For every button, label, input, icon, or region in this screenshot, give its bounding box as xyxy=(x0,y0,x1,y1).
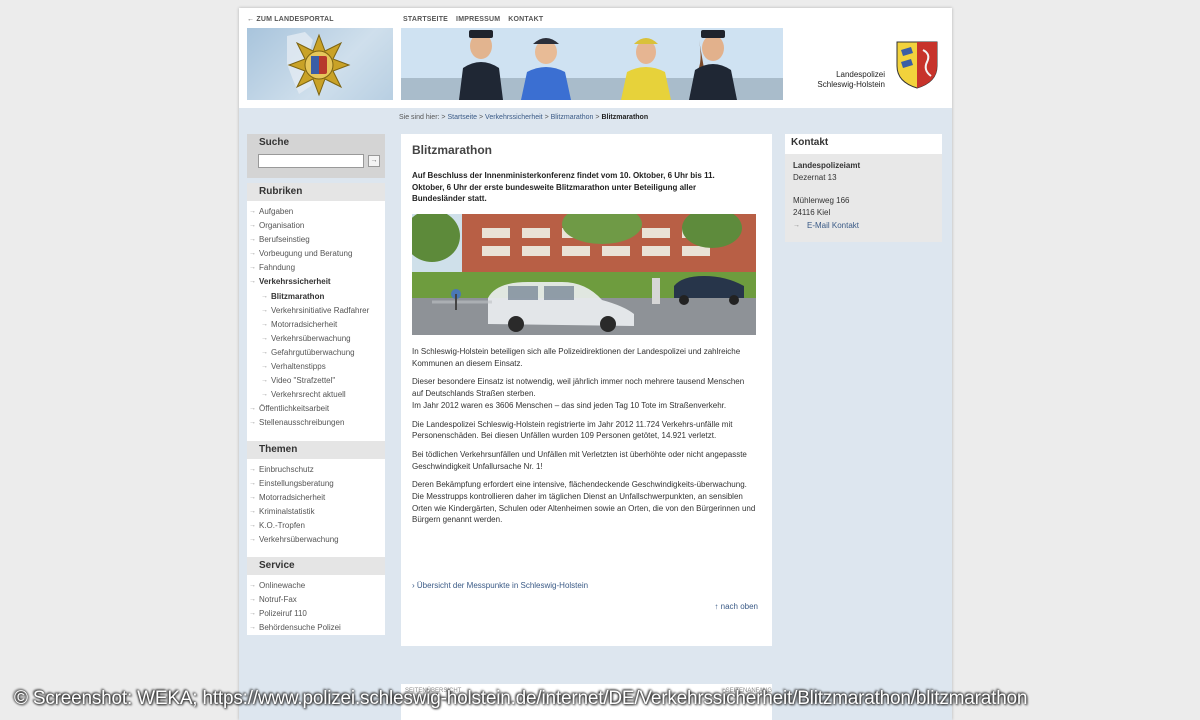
themen-heading: Themen xyxy=(247,440,385,459)
article-body: In Schleswig-Holstein beteiligen sich al… xyxy=(412,346,757,533)
service-onlinewache[interactable]: Onlinewache xyxy=(249,579,385,593)
top-bar: ← ZUM LANDESPORTAL STARTSEITE IMPRESSUM … xyxy=(239,8,952,28)
rubrik-oeffentlichkeitsarbeit[interactable]: Öffentlichkeitsarbeit xyxy=(249,402,385,416)
rubrik-fahndung[interactable]: Fahndung xyxy=(249,261,385,275)
lead-paragraph: Auf Beschluss der Innenministerkonferenz… xyxy=(412,171,715,204)
speeding-car-photo-icon xyxy=(412,214,756,335)
nav-impressum[interactable]: IMPRESSUM xyxy=(456,16,500,23)
thema-einbruchschutz[interactable]: Einbruchschutz xyxy=(249,463,385,477)
rubriken-panel: Rubriken Aufgaben Organisation Berufsein… xyxy=(247,183,385,636)
rubriken-list: Aufgaben Organisation Berufseinstieg Vor… xyxy=(247,205,385,431)
contact-heading: Kontakt xyxy=(785,134,942,154)
search-submit-button[interactable]: → xyxy=(368,155,380,167)
rubrik-stellenausschreibungen[interactable]: Stellenausschreibungen xyxy=(249,416,385,430)
rubrik-organisation[interactable]: Organisation xyxy=(249,219,385,233)
breadcrumb-current: Blitzmarathon xyxy=(601,114,649,121)
police-star-logo[interactable] xyxy=(247,28,393,100)
screenshot-credit: © Screenshot: WEKA; https://www.polizei.… xyxy=(14,688,1028,709)
thema-ko-tropfen[interactable]: K.O.-Tropfen xyxy=(249,519,385,533)
right-sidebar: Kontakt Landespolizeiamt Dezernat 13 Müh… xyxy=(785,134,942,242)
officers-photo-icon xyxy=(401,28,783,100)
service-notruf-fax[interactable]: Notruf-Fax xyxy=(249,593,385,607)
contact-dept: Dezernat 13 xyxy=(793,172,837,182)
service-list: Onlinewache Notruf-Fax Polizeiruf 110 Be… xyxy=(247,579,385,635)
article-paragraph: In Schleswig-Holstein beteiligen sich al… xyxy=(412,347,741,368)
breadcrumb-blitzmarathon[interactable]: Blitzmarathon xyxy=(551,114,594,121)
service-behoerdensuche[interactable]: Behördensuche Polizei xyxy=(249,621,385,635)
search-heading: Suche xyxy=(259,137,290,148)
article-paragraph: Bei tödlichen Verkehrsunfällen und Unfäl… xyxy=(412,449,747,471)
subrubrik-gefahrgut[interactable]: Gefahrgutüberwachung xyxy=(249,346,385,360)
nav-kontakt[interactable]: KONTAKT xyxy=(508,16,543,23)
rubrik-verkehrssicherheit[interactable]: Verkehrssicherheit xyxy=(249,275,385,289)
breadcrumb: Sie sind hier: > Startseite > Verkehrssi… xyxy=(399,114,648,121)
subrubrik-radfahrer[interactable]: Verkehrsinitiative Radfahrer xyxy=(249,304,385,318)
service-heading: Service xyxy=(247,557,385,576)
themen-list: Einbruchschutz Einstellungsberatung Moto… xyxy=(247,463,385,548)
thema-kriminalstatistik[interactable]: Kriminalstatistik xyxy=(249,505,385,519)
left-sidebar: Suche → Rubriken Aufgaben Organisation B… xyxy=(247,134,385,645)
brand-name: Landespolizei Schleswig-Holstein xyxy=(801,70,885,90)
article-paragraph: Dieser besondere Einsatz ist notwendig, … xyxy=(412,377,745,410)
header-banner-photo xyxy=(401,28,783,100)
article-paragraph: Die Landespolizei Schleswig-Holstein reg… xyxy=(412,419,733,441)
rubrik-vorbeugung[interactable]: Vorbeugung und Beratung xyxy=(249,247,385,261)
brand-line-2: Schleswig-Holstein xyxy=(817,80,885,89)
thema-einstellungsberatung[interactable]: Einstellungsberatung xyxy=(249,477,385,491)
search-input[interactable] xyxy=(258,154,364,168)
police-star-icon xyxy=(287,32,351,97)
subrubrik-verkehrsueberwachung[interactable]: Verkehrsüberwachung xyxy=(249,332,385,346)
top-navigation: STARTSEITE IMPRESSUM KONTAKT xyxy=(403,16,543,23)
breadcrumb-startseite[interactable]: Startseite xyxy=(447,114,477,121)
page-title: Blitzmarathon xyxy=(412,143,493,157)
main-content: Blitzmarathon Auf Beschluss der Innenmin… xyxy=(401,134,772,646)
webpage: ← ZUM LANDESPORTAL STARTSEITE IMPRESSUM … xyxy=(239,8,952,720)
contact-box: Landespolizeiamt Dezernat 13 Mühlenweg 1… xyxy=(785,154,942,242)
breadcrumb-prefix: Sie sind hier: xyxy=(399,114,440,121)
coat-of-arms-icon xyxy=(896,41,938,89)
article-photo xyxy=(412,214,756,335)
contact-city: 24116 Kiel xyxy=(793,207,831,217)
rubrik-aufgaben[interactable]: Aufgaben xyxy=(249,205,385,219)
thema-motorradsicherheit[interactable]: Motorradsicherheit xyxy=(249,491,385,505)
subrubrik-verhaltenstipps[interactable]: Verhaltenstipps xyxy=(249,360,385,374)
subrubrik-video[interactable]: Video "Strafzettel" xyxy=(249,374,385,388)
subrubrik-verkehrsrecht[interactable]: Verkehrsrecht aktuell xyxy=(249,388,385,402)
email-contact-link[interactable]: E-Mail Kontakt xyxy=(793,220,934,232)
nav-startseite[interactable]: STARTSEITE xyxy=(403,16,448,23)
brand-block[interactable]: Landespolizei Schleswig-Holstein xyxy=(785,28,942,100)
article-paragraph: Deren Bekämpfung erfordert eine intensiv… xyxy=(412,480,756,525)
breadcrumb-verkehrssicherheit[interactable]: Verkehrssicherheit xyxy=(485,114,543,121)
search-panel: Suche → xyxy=(247,134,385,178)
brand-line-1: Landespolizei xyxy=(836,70,885,79)
service-polizeiruf[interactable]: Polizeiruf 110 xyxy=(249,607,385,621)
rubriken-heading: Rubriken xyxy=(247,183,385,201)
contact-org: Landespolizeiamt xyxy=(793,161,861,170)
rubrik-berufseinstieg[interactable]: Berufseinstieg xyxy=(249,233,385,247)
contact-street: Mühlenweg 166 xyxy=(793,196,850,206)
subrubrik-motorrad[interactable]: Motorradsicherheit xyxy=(249,318,385,332)
thema-verkehrsueberwachung[interactable]: Verkehrsüberwachung xyxy=(249,533,385,547)
site-header: Landespolizei Schleswig-Holstein xyxy=(239,28,952,108)
back-to-top-link[interactable]: ↑ nach oben xyxy=(714,602,758,611)
subrubrik-blitzmarathon[interactable]: Blitzmarathon xyxy=(249,290,385,304)
back-to-portal-link[interactable]: ← ZUM LANDESPORTAL xyxy=(247,16,334,23)
messpunkte-overview-link[interactable]: › Übersicht der Messpunkte in Schleswig-… xyxy=(412,581,588,590)
